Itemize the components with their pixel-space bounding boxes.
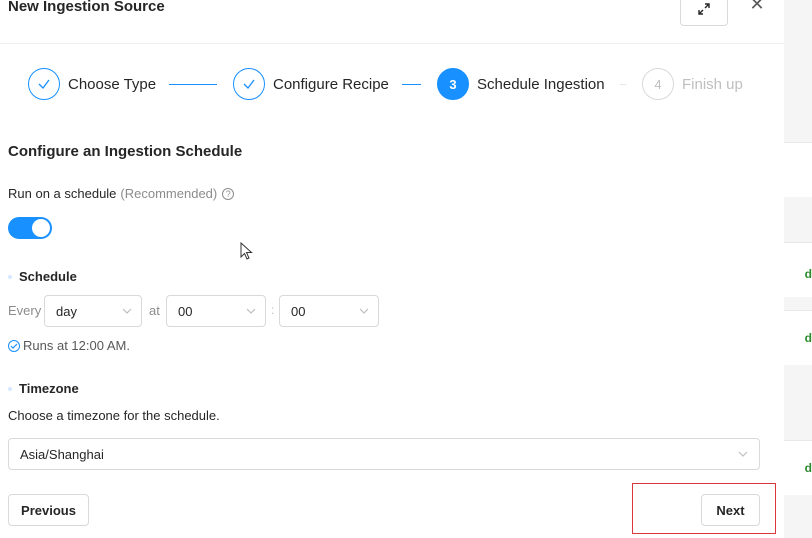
background-row: d (784, 310, 812, 365)
step-label: Choose Type (68, 75, 157, 93)
expand-icon (698, 3, 710, 15)
run-on-schedule-label: Run on a schedule (Recommended) ? (8, 186, 235, 201)
step-label: Configure Recipe (273, 75, 389, 93)
previous-button[interactable]: Previous (8, 494, 89, 526)
step-number: 3 (437, 68, 469, 100)
timezone-label: Timezone (8, 381, 79, 396)
step-label: Finish up (682, 75, 743, 93)
section-title: Configure an Ingestion Schedule (8, 143, 243, 160)
minute-value: 00 (291, 303, 306, 319)
chevron-down-icon (359, 308, 369, 314)
background-row (784, 142, 812, 197)
timezone-select[interactable]: Asia/Shanghai (8, 438, 760, 470)
question-icon[interactable]: ? (222, 187, 235, 200)
step-configure-recipe[interactable]: Configure Recipe (233, 68, 389, 100)
modal-title: New Ingestion Source (8, 0, 165, 15)
mouse-cursor-icon (240, 242, 253, 260)
schedule-label-text: Schedule (19, 269, 77, 284)
background-row: d (784, 440, 812, 495)
recommended-text: (Recommended) (120, 186, 218, 201)
chevron-down-icon (738, 451, 748, 457)
every-label: Every (8, 303, 42, 318)
step-connector (620, 84, 626, 85)
timezone-value: Asia/Shanghai (20, 446, 104, 462)
check-icon (28, 68, 60, 100)
background-row: d (784, 242, 812, 297)
step-connector (169, 84, 217, 85)
highlight-box (632, 483, 776, 534)
step-number: 4 (642, 68, 674, 100)
frequency-value: day (56, 303, 77, 319)
step-connector (402, 84, 421, 85)
schedule-toggle[interactable] (8, 217, 52, 239)
chevron-down-icon (122, 308, 132, 314)
at-label: at (149, 303, 160, 318)
new-ingestion-modal: New Ingestion Source ✕ Choose Type Confi… (0, 0, 784, 538)
close-icon[interactable]: ✕ (748, 0, 766, 15)
modal-header: New Ingestion Source ✕ (0, 0, 784, 44)
step-choose-type[interactable]: Choose Type (28, 68, 156, 100)
hour-select[interactable]: 00 (166, 295, 266, 327)
step-finish-up[interactable]: 4 Finish up (642, 68, 743, 100)
time-separator: : (271, 303, 275, 317)
toggle-knob (32, 219, 50, 237)
timezone-label-text: Timezone (19, 381, 79, 396)
chevron-down-icon (246, 308, 256, 314)
check-icon (233, 68, 265, 100)
background-list: d d d (784, 0, 812, 538)
frequency-select[interactable]: day (44, 295, 142, 327)
minute-select[interactable]: 00 (279, 295, 379, 327)
expand-button[interactable] (680, 0, 728, 26)
step-label: Schedule Ingestion (477, 75, 605, 93)
schedule-label: Schedule (8, 269, 77, 284)
timezone-help: Choose a timezone for the schedule. (8, 408, 220, 423)
check-circle-icon (8, 339, 20, 352)
runs-at-info: Runs at 12:00 AM. (8, 338, 130, 353)
run-label-text: Run on a schedule (8, 186, 117, 201)
runs-at-text: Runs at 12:00 AM. (23, 338, 130, 353)
step-schedule-ingestion[interactable]: 3 Schedule Ingestion (437, 68, 605, 100)
hour-value: 00 (178, 303, 193, 319)
